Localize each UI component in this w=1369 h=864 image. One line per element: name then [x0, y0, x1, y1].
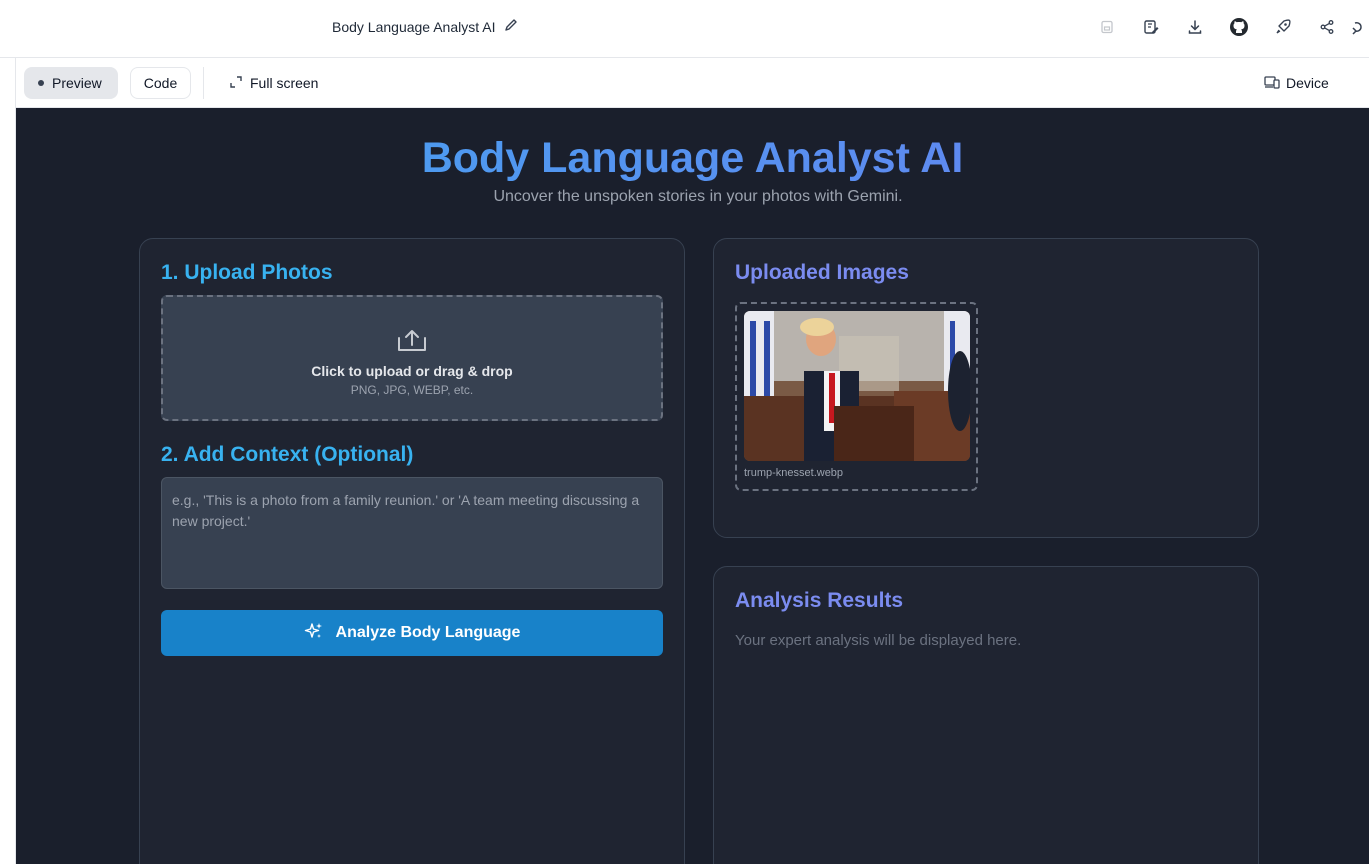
analyze-button[interactable]: Analyze Body Language [161, 610, 663, 656]
code-tab[interactable]: Code [130, 67, 191, 99]
page-title: Body Language Analyst AI [16, 134, 1369, 183]
upload-icon [396, 327, 428, 358]
context-textarea[interactable]: e.g., 'This is a photo from a family reu… [161, 477, 663, 589]
app-preview: Body Language Analyst AI Uncover the uns… [16, 108, 1369, 864]
analysis-results-heading: Analysis Results [735, 589, 904, 612]
device-label: Device [1286, 75, 1329, 91]
uploaded-images-heading: Uploaded Images [735, 261, 909, 284]
sparkles-icon [304, 621, 324, 646]
fullscreen-label: Full screen [250, 75, 319, 91]
upload-heading: 1. Upload Photos [161, 261, 333, 284]
save-icon[interactable] [1085, 14, 1129, 40]
image-thumbnail[interactable]: trump-knesset.webp [735, 302, 978, 491]
share-icon[interactable] [1305, 14, 1349, 40]
context-heading: 2. Add Context (Optional) [161, 443, 414, 466]
analysis-results-panel: Analysis Results Your expert analysis wi… [713, 566, 1259, 864]
uploaded-images-panel: Uploaded Images trump-knesset.webp [713, 238, 1259, 538]
edit-icon[interactable] [503, 17, 519, 36]
app-title-text: Body Language Analyst AI [332, 18, 496, 35]
fullscreen-button[interactable]: Full screen [230, 67, 318, 99]
device-button[interactable]: Device [1264, 67, 1329, 99]
analysis-placeholder-text: Your expert analysis will be displayed h… [735, 632, 1022, 649]
expand-icon [230, 75, 242, 91]
image-filename: trump-knesset.webp [744, 467, 844, 479]
app-title[interactable]: Body Language Analyst AI [332, 17, 519, 36]
analyze-button-label: Analyze Body Language [335, 624, 521, 641]
preview-tab-label: Preview [52, 75, 102, 91]
rocket-icon[interactable] [1261, 14, 1305, 40]
page-subtitle: Uncover the unspoken stories in your pho… [493, 188, 903, 205]
active-dot-icon [38, 80, 44, 86]
preview-toolbar: Preview Code Full screen Device [16, 58, 1369, 108]
toolbar-divider [203, 67, 204, 99]
upload-main-text: Click to upload or drag & drop [311, 363, 513, 379]
left-rail [0, 58, 16, 864]
more-icon[interactable] [1349, 14, 1369, 40]
input-panel: 1. Upload Photos Click to upload or drag… [139, 238, 685, 864]
github-icon[interactable] [1217, 14, 1261, 40]
device-icon [1264, 75, 1280, 92]
download-icon[interactable] [1173, 14, 1217, 40]
uploaded-photo [744, 311, 970, 461]
preview-tab[interactable]: Preview [24, 67, 118, 99]
code-tab-label: Code [143, 75, 178, 91]
upload-formats-text: PNG, JPG, WEBP, etc. [350, 383, 474, 397]
save-as-icon[interactable] [1129, 14, 1173, 40]
top-bar: Body Language Analyst AI [0, 0, 1369, 58]
upload-dropzone[interactable]: Click to upload or drag & drop PNG, JPG,… [161, 295, 663, 421]
